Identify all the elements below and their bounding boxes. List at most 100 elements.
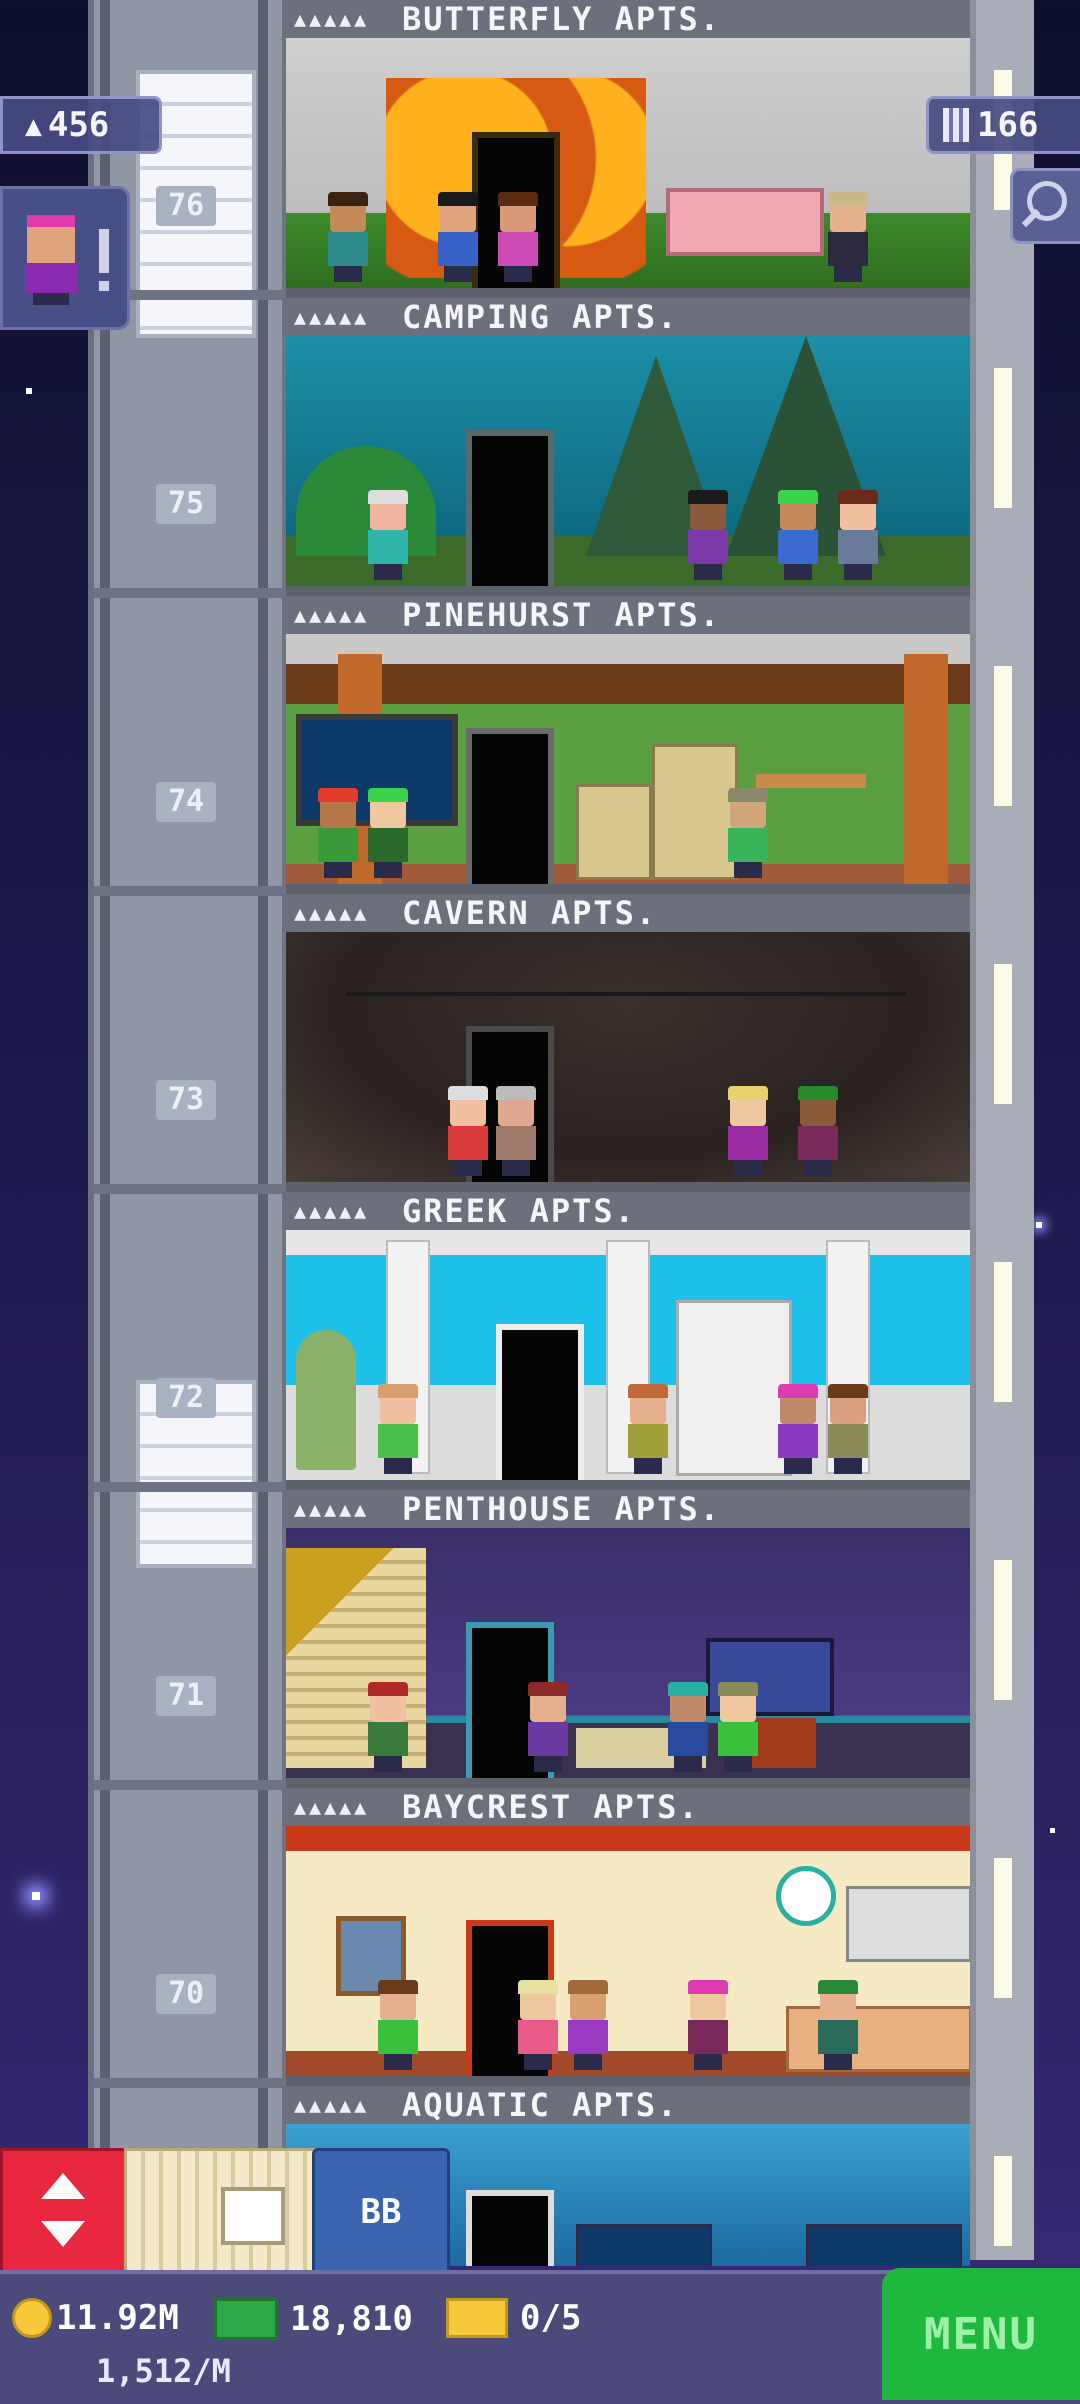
resident[interactable] [316,788,360,878]
bux-value: 18,810 [290,2299,413,2339]
resident[interactable] [836,490,880,580]
resident[interactable] [376,1384,420,1474]
resident[interactable] [686,1980,730,2070]
build-floor-button[interactable] [124,2148,316,2276]
tickets-value: 0/5 [520,2298,582,2338]
floor-room[interactable] [286,1230,970,1480]
resident[interactable] [726,788,770,878]
coins-rate: 1,512/M [96,2352,231,2390]
resident[interactable] [496,192,540,282]
floor-room[interactable] [286,1528,970,1778]
resident[interactable] [726,1086,770,1176]
bux-icon [214,2298,278,2340]
resident[interactable] [796,1086,840,1176]
coins-stat[interactable]: 11.92M [12,2298,179,2338]
star [1036,1222,1042,1228]
floor-stars: ▲▲▲▲▲ [294,901,370,925]
floor-label-bar: ▲▲▲▲▲ CAMPING APTS. [282,298,974,336]
floor-stars: ▲▲▲▲▲ [294,603,370,627]
wall-window [994,666,1012,806]
door[interactable] [466,2190,554,2266]
resident[interactable] [626,1384,670,1474]
floor-penthouse[interactable]: ▲▲▲▲▲ PENTHOUSE APTS. [282,1490,974,1788]
star [1050,1828,1055,1833]
resident[interactable] [686,490,730,580]
shaft-band [94,886,286,896]
resident[interactable] [366,490,410,580]
floor-name: PENTHOUSE APTS. [402,1490,721,1528]
alert-icon [99,229,109,273]
stove [576,784,652,880]
door[interactable] [466,430,554,586]
floor-ground [286,1182,970,1192]
floor-label-bar: ▲▲▲▲▲ CAVERN APTS. [282,894,974,932]
visitor-avatar-button[interactable] [0,186,130,330]
floor-pinehurst[interactable]: ▲▲▲▲▲ PINEHURST APTS. [282,596,974,894]
floor-ground [286,884,970,894]
floor-butterfly[interactable]: ▲▲▲▲▲ BUTTERFLY APTS. [282,0,974,298]
coin-icon [12,2298,52,2338]
crate-icon [221,2187,285,2245]
search-button[interactable] [1010,168,1080,244]
bitbook-button[interactable]: BB [312,2148,450,2276]
floor-counter[interactable]: 166 [926,96,1080,154]
bux-stat[interactable]: 18,810 [214,2298,413,2340]
floor-stars: ▲▲▲▲▲ [294,2093,370,2117]
up-down-arrows-icon [41,2173,85,2199]
resident[interactable] [716,1682,760,1772]
aquarium [576,2224,712,2266]
resident[interactable] [516,1980,560,2070]
resident[interactable] [826,192,870,282]
floor-baycrest[interactable]: ▲▲▲▲▲ BAYCREST APTS. [282,1788,974,2086]
floor-ground [286,586,970,596]
up-down-arrows-icon-lower [41,2221,85,2247]
resident[interactable] [826,1384,870,1474]
floor-stars: ▲▲▲▲▲ [294,1795,370,1819]
floor-room[interactable] [286,38,970,288]
floor-greek[interactable]: ▲▲▲▲▲ GREEK APTS. [282,1192,974,1490]
plant [296,1330,356,1470]
shaft-band [94,2078,286,2088]
resident[interactable] [666,1682,710,1772]
population-counter[interactable]: ▲ 456 [0,96,162,154]
resident[interactable] [494,1086,538,1176]
resident[interactable] [446,1086,490,1176]
resident[interactable] [366,1682,410,1772]
wall-window [994,964,1012,1104]
floor-room[interactable] [286,1826,970,2076]
avatar [23,215,79,305]
coins-rate-value: 1,512/M [96,2352,231,2390]
floor-count-value: 166 [977,105,1039,145]
tickets-stat[interactable]: 0/5 [446,2298,581,2338]
door[interactable] [496,1324,584,1480]
tower-outer-wall [970,0,1034,2260]
resident[interactable] [366,788,410,878]
resident[interactable] [436,192,480,282]
floor-name: BUTTERFLY APTS. [402,0,721,38]
floor-cavern[interactable]: ▲▲▲▲▲ CAVERN APTS. [282,894,974,1192]
menu-button[interactable]: MENU [882,2268,1080,2400]
resident[interactable] [566,1980,610,2070]
floor-room[interactable] [286,336,970,586]
resident[interactable] [526,1682,570,1772]
shaft-band [94,1482,286,1492]
floor-room[interactable] [286,634,970,884]
floor-camping[interactable]: ▲▲▲▲▲ CAMPING APTS. [282,298,974,596]
floor-name: AQUATIC APTS. [402,2086,679,2124]
floor-label-bar: ▲▲▲▲▲ AQUATIC APTS. [282,2086,974,2124]
resident[interactable] [776,1384,820,1474]
floor-name: CAVERN APTS. [402,894,658,932]
floor-number: 75 [156,484,216,524]
floor-number: 70 [156,1974,216,2014]
floor-name: BAYCREST APTS. [402,1788,700,1826]
resident[interactable] [776,490,820,580]
elevator-button[interactable] [0,2148,128,2276]
bookshelf [676,1300,792,1476]
floor-stars: ▲▲▲▲▲ [294,1497,370,1521]
floor-room[interactable] [286,932,970,1182]
floor-number: 72 [156,1378,216,1418]
resident[interactable] [816,1980,860,2070]
resident[interactable] [326,192,370,282]
resident[interactable] [376,1980,420,2070]
door[interactable] [466,728,554,884]
